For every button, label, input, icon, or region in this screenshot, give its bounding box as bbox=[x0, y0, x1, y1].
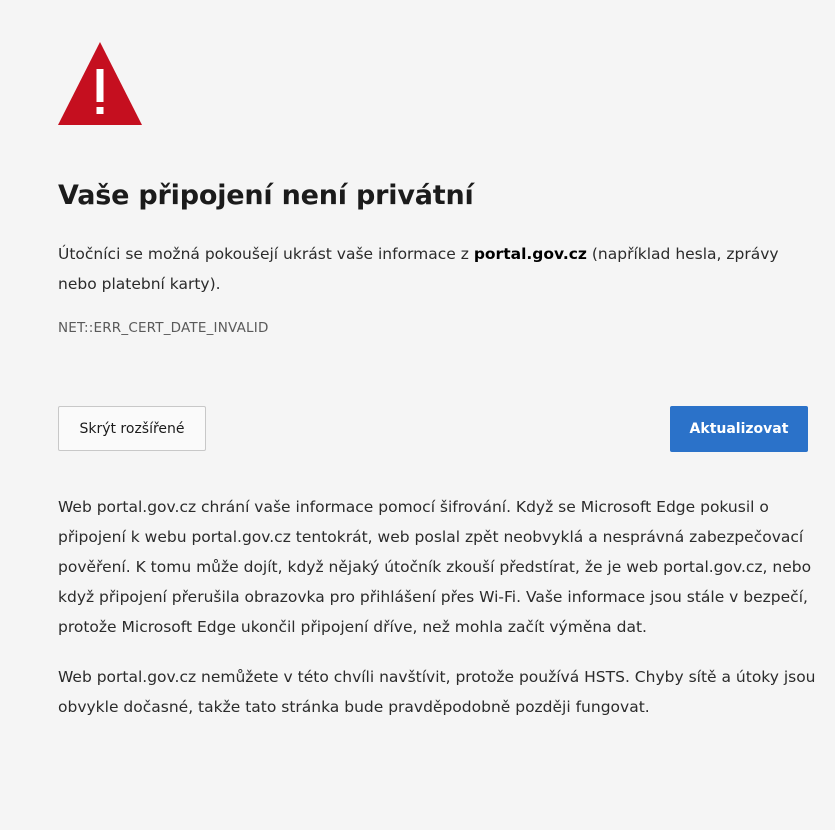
page-title: Vaše připojení není privátní bbox=[58, 180, 474, 211]
hide-advanced-button[interactable]: Skrýt rozšířené bbox=[58, 406, 206, 451]
exclamation-dot bbox=[96, 107, 104, 114]
intro-host: portal.gov.cz bbox=[473, 245, 587, 263]
details-paragraph-2: Web portal.gov.cz nemůžete v této chvíli… bbox=[58, 668, 816, 716]
error-page: Vaše připojení není privátní Útočníci se… bbox=[0, 0, 835, 830]
exclamation-bar bbox=[96, 69, 104, 102]
details-section: Web portal.gov.cz chrání vaše informace … bbox=[58, 492, 818, 742]
reload-button[interactable]: Aktualizovat bbox=[670, 406, 808, 452]
details-paragraph-1: Web portal.gov.cz chrání vaše informace … bbox=[58, 498, 812, 636]
intro-text: Útočníci se možná pokoušejí ukrást vaše … bbox=[58, 239, 818, 299]
error-code[interactable]: NET::ERR_CERT_DATE_INVALID bbox=[58, 320, 269, 336]
intro-text-before: Útočníci se možná pokoušejí ukrást vaše … bbox=[58, 245, 474, 263]
warning-triangle-icon bbox=[58, 42, 142, 125]
